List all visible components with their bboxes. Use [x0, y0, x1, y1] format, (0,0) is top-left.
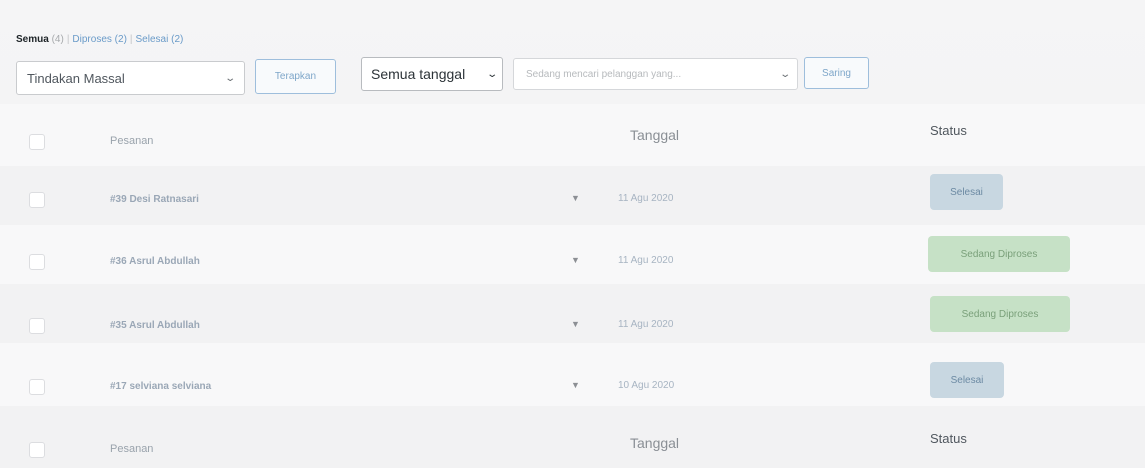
date-filter-select[interactable]: Semua tanggal ⌄ — [361, 57, 503, 91]
eye-icon[interactable]: ▼ — [571, 255, 580, 265]
bulk-actions-label: Tindakan Massal — [27, 70, 125, 86]
status-badge: Selesai — [930, 362, 1004, 398]
row-checkbox[interactable] — [29, 254, 45, 270]
apply-button[interactable]: Terapkan — [255, 59, 336, 94]
order-link[interactable]: #39 Desi Ratnasari — [110, 194, 199, 205]
date-filter-label: Semua tanggal — [371, 66, 466, 82]
column-footer-order[interactable]: Pesanan — [110, 443, 153, 455]
column-footer-date[interactable]: Tanggal — [630, 435, 679, 451]
chevron-down-icon: ⌄ — [223, 72, 236, 84]
status-badge: Sedang Diproses — [930, 296, 1070, 332]
table-row[interactable]: #35 Asrul Abdullah ▼ 11 Agu 2020 Sedang … — [0, 284, 1145, 343]
filter-all-link[interactable]: Semua (4) — [16, 34, 64, 45]
orders-page: Semua (4) | Diproses (2) | Selesai (2) Tinda… — [0, 0, 1145, 468]
table-header-row: Pesanan Tanggal Status — [0, 104, 1145, 163]
row-checkbox[interactable] — [29, 192, 45, 208]
select-all-checkbox[interactable] — [29, 134, 45, 150]
status-filter-links: Semua (4) | Diproses (2) | Selesai (2) — [16, 34, 183, 45]
column-header-status: Status — [930, 123, 967, 138]
chevron-down-icon: ⌄ — [485, 68, 498, 80]
row-checkbox[interactable] — [29, 318, 45, 334]
filter-completed-count: (2) — [171, 34, 184, 45]
chevron-down-icon: ⌄ — [778, 68, 791, 80]
order-link[interactable]: #36 Asrul Abdullah — [110, 256, 200, 267]
orders-table: Pesanan Tanggal Status #39 Desi Ratnasar… — [0, 104, 1145, 468]
table-row[interactable]: #39 Desi Ratnasari ▼ 11 Agu 2020 Selesai — [0, 166, 1145, 225]
table-row[interactable]: #17 selviana selviana ▼ 10 Agu 2020 Sele… — [0, 343, 1145, 402]
status-badge: Sedang Diproses — [928, 236, 1070, 272]
order-date: 10 Agu 2020 — [618, 380, 675, 391]
column-header-date[interactable]: Tanggal — [630, 127, 679, 143]
table-row[interactable]: #36 Asrul Abdullah ▼ 11 Agu 2020 Sedang … — [0, 225, 1145, 284]
order-date: 11 Agu 2020 — [618, 255, 674, 266]
eye-icon[interactable]: ▼ — [571, 193, 580, 203]
column-footer-status: Status — [930, 431, 967, 446]
filter-separator: | — [66, 34, 70, 45]
order-date: 11 Agu 2020 — [618, 193, 674, 204]
filter-separator: | — [129, 34, 133, 45]
eye-icon[interactable]: ▼ — [571, 319, 580, 329]
filter-processing-count: (2) — [114, 34, 127, 45]
filter-processing-link[interactable]: Diproses (2) — [72, 34, 126, 45]
bulk-actions-select[interactable]: Tindakan Massal ⌄ — [16, 61, 245, 95]
select-all-checkbox[interactable] — [29, 442, 45, 458]
filter-completed-link[interactable]: Selesai (2) — [136, 34, 184, 45]
status-badge: Selesai — [930, 174, 1003, 210]
eye-icon[interactable]: ▼ — [571, 380, 580, 390]
order-date: 11 Agu 2020 — [618, 319, 674, 330]
order-link[interactable]: #17 selviana selviana — [110, 381, 211, 392]
customer-search-select[interactable]: Sedang mencari pelanggan yang... ⌄ — [513, 58, 798, 90]
table-footer-row: Pesanan Tanggal Status — [0, 406, 1145, 468]
order-link[interactable]: #35 Asrul Abdullah — [110, 320, 200, 331]
row-checkbox[interactable] — [29, 379, 45, 395]
column-header-order[interactable]: Pesanan — [110, 135, 153, 147]
customer-search-placeholder: Sedang mencari pelanggan yang... — [526, 68, 682, 80]
filter-button[interactable]: Saring — [804, 57, 869, 89]
filter-all-count: (4) — [51, 34, 64, 45]
